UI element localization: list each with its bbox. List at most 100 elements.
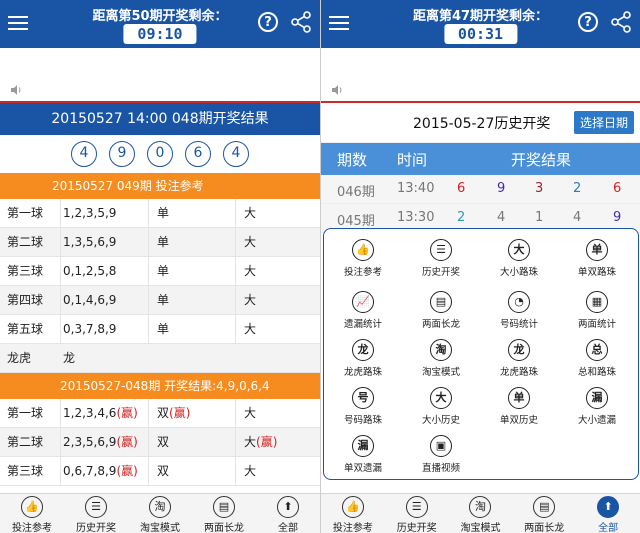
ball-name: 第一球 xyxy=(0,399,61,427)
nav-label: 投注参考 xyxy=(12,523,52,533)
doc-icon: ▤ xyxy=(533,496,556,518)
nav-betting-reference[interactable]: 👍 投注参考 xyxy=(321,494,385,533)
ball-numbers: 0,1,4,6,9 xyxy=(61,286,149,314)
big-small: 大 xyxy=(244,293,257,307)
menu-overlay: 👍 投注参考 ☰ 历史开奖大大小路珠单单双路珠 📈 遗漏统计 ▤ 两面长龙 ◔ 号码统计 ▦ 两面统计… xyxy=(323,228,639,480)
win-mark: (赢) xyxy=(169,406,191,420)
result-ball: 6 xyxy=(185,141,211,167)
table-row: 第五球 0,3,7,8,9 单大 xyxy=(0,315,320,344)
doc-icon: ▤ xyxy=(213,496,235,518)
taobao-icon: 淘 xyxy=(430,339,452,361)
speaker-icon[interactable] xyxy=(10,84,22,96)
sound-bar xyxy=(321,48,640,103)
history-title: 2015-05-27历史开奖 xyxy=(413,116,551,132)
menu-item[interactable]: 👍 投注参考 xyxy=(324,239,402,278)
big-small: 大 xyxy=(244,435,257,449)
menu-item-label: 单双路珠 xyxy=(577,267,616,278)
nav-label: 两面长龙 xyxy=(204,523,244,533)
menu-item[interactable]: 号号码路珠 xyxy=(324,387,402,426)
menu-item[interactable]: ▦ 两面统计 xyxy=(558,291,636,330)
nav-label: 全部 xyxy=(278,523,298,533)
right-screen: 距离第47期开奖剩余： 00:31 ? 2015-05-27历史开奖 选择日期 … xyxy=(320,0,640,533)
ball-name: 龙虎 xyxy=(7,351,32,365)
nav-label: 全部 xyxy=(598,523,619,533)
nav-taobao-mode[interactable]: 淘淘宝模式 xyxy=(128,494,192,533)
single-icon: 单 xyxy=(586,239,608,261)
menu-item-label: 总和路珠 xyxy=(577,367,616,378)
menu-item[interactable]: ☰ 历史开奖 xyxy=(402,239,480,278)
result-ball: 0 xyxy=(147,141,173,167)
col-result: 开奖结果 xyxy=(511,151,572,169)
help-icon[interactable]: ? xyxy=(578,12,598,32)
reference-table: 第一球 1,2,3,5,9 单大 第二球 1,3,5,6,9 单大 第三球 0,1,2,5… xyxy=(0,199,320,373)
nav-taobao-mode[interactable]: 淘淘宝模式 xyxy=(449,494,513,533)
menu-item[interactable]: 单单双路珠 xyxy=(558,239,636,278)
ball-numbers: 0,3,7,8,9 xyxy=(61,315,149,343)
big-small: 大 xyxy=(244,206,257,220)
result-number: 2 xyxy=(573,181,582,196)
menu-item[interactable]: ▤ 两面长龙 xyxy=(402,291,480,330)
nav-label: 淘宝模式 xyxy=(140,523,180,533)
menu-item[interactable]: 漏大小遗漏 xyxy=(558,387,636,426)
result-balls: 4 9 0 6 4 xyxy=(0,135,320,173)
number-icon: 号 xyxy=(352,387,374,409)
pie-icon: ◔ xyxy=(508,291,530,313)
dragon-icon: 龙 xyxy=(352,339,374,361)
menu-item[interactable]: 大大小路珠 xyxy=(480,239,558,278)
nav-all[interactable]: ⬆ 全部 xyxy=(256,494,320,533)
nav-history[interactable]: ☰ 历史开奖 xyxy=(385,494,449,533)
menu-item[interactable]: 淘淘宝模式 xyxy=(402,339,480,378)
odd-even: 单 xyxy=(149,286,236,314)
odd-even-cell: 双 xyxy=(149,428,236,456)
list-icon: ☰ xyxy=(405,496,428,518)
menu-item-label: 大小遗漏 xyxy=(577,415,616,426)
menu-item-label: 单双历史 xyxy=(499,415,538,426)
menu-item[interactable]: 龙龙虎路珠 xyxy=(324,339,402,378)
odd-even: 单 xyxy=(149,315,236,343)
menu-item[interactable]: 漏单双遗漏 xyxy=(324,435,402,474)
bottom-nav: 👍 投注参考 ☰ 历史开奖 淘淘宝模式 ▤ 两面长龙 ⬆ 全部 xyxy=(321,493,640,533)
nav-label: 投注参考 xyxy=(332,523,373,533)
speaker-icon[interactable] xyxy=(331,84,343,96)
ball-numbers: 龙 xyxy=(63,351,76,365)
menu-item[interactable]: 大大小历史 xyxy=(402,387,480,426)
menu-item-label: 两面长龙 xyxy=(421,319,460,330)
share-icon[interactable] xyxy=(610,10,632,34)
menu-item[interactable]: 龙龙虎路珠 xyxy=(480,339,558,378)
result-number: 9 xyxy=(613,210,622,225)
nav-betting-reference[interactable]: 👍 投注参考 xyxy=(0,494,64,533)
ball-numbers: 1,2,3,4,6 xyxy=(63,406,117,420)
odd-even-cell: 双(赢) xyxy=(149,399,236,427)
nav-all[interactable]: ⬆ 全部 xyxy=(576,494,640,533)
menu-item[interactable]: 📈 遗漏统计 xyxy=(324,291,402,330)
win-mark: (赢) xyxy=(116,464,138,478)
nav-history[interactable]: ☰ 历史开奖 xyxy=(64,494,128,533)
odd-even: 双 xyxy=(157,406,170,420)
menu-item[interactable]: ◔ 号码统计 xyxy=(480,291,558,330)
ball-numbers-cell: 1,2,3,4,6(赢) xyxy=(61,399,149,427)
big-small: 大 xyxy=(244,322,257,336)
table-row: 第三球 0,6,7,8,9(赢) 双 大 xyxy=(0,457,320,486)
nav-two-sided-dragon[interactable]: ▤ 两面长龙 xyxy=(512,494,576,533)
table-row: 第三球 0,1,2,5,8 单大 xyxy=(0,257,320,286)
menu-item[interactable]: 总总和路珠 xyxy=(558,339,636,378)
win-mark: (赢) xyxy=(116,435,138,449)
select-date-button[interactable]: 选择日期 xyxy=(573,111,634,134)
history-column-header: 期数 时间 开奖结果 xyxy=(321,143,640,175)
nav-two-sided-dragon[interactable]: ▤ 两面长龙 xyxy=(192,494,256,533)
chart-icon: 📈 xyxy=(352,291,374,313)
taobao-icon: 淘 xyxy=(149,496,171,518)
table-row: 第四球 0,1,4,6,9 单大 xyxy=(0,286,320,315)
video-icon: ▣ xyxy=(430,435,452,457)
table-row: 第二球 2,3,5,6,9(赢) 双大(赢) xyxy=(0,428,320,457)
menu-item[interactable]: 单单双历史 xyxy=(480,387,558,426)
help-icon[interactable]: ? xyxy=(258,12,278,32)
menu-item-label: 大小历史 xyxy=(421,415,460,426)
share-icon[interactable] xyxy=(290,10,312,34)
menu-item-label: 遗漏统计 xyxy=(343,319,382,330)
menu-item[interactable]: ▣ 直播视频 xyxy=(402,435,480,474)
nav-label: 两面长龙 xyxy=(524,523,565,533)
result-number: 1 xyxy=(535,210,544,225)
big-small: 大 xyxy=(244,406,257,420)
nav-label: 历史开奖 xyxy=(396,523,437,533)
